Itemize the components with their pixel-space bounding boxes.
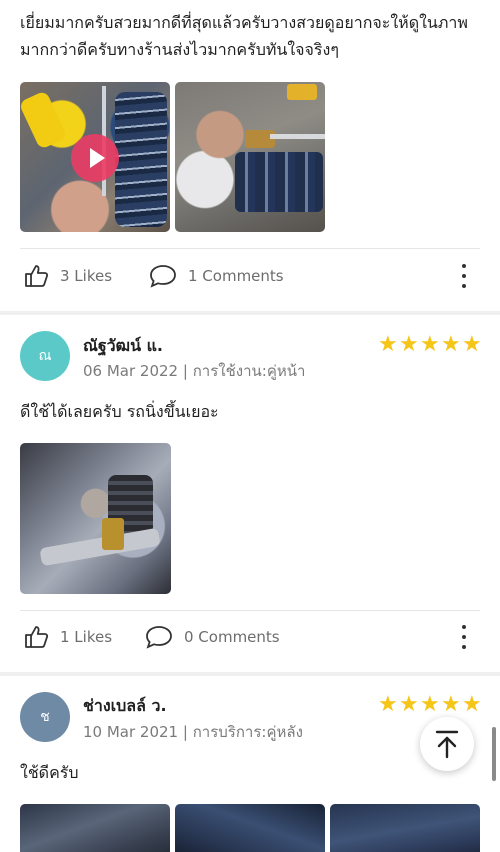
review-photo-thumbnail[interactable] [20,443,171,594]
reviewer-name: ณัฐวัฒน์ แ. [83,336,164,355]
star-icon: ★ [441,692,461,717]
photo-detail [270,134,325,139]
review-variant: การบริการ:คู่หลัง [192,723,303,741]
star-icon: ★ [378,692,398,717]
star-rating: ★ ★ ★ ★ ★ [378,332,483,357]
star-icon: ★ [420,692,440,717]
avatar: ณ [20,331,70,381]
thumbs-up-icon [25,626,49,648]
review-variant: การใช้งาน:คู่หน้า [192,362,306,380]
star-icon: ★ [378,332,398,357]
vertical-dots-icon[interactable] [461,264,467,288]
speech-bubble-icon [146,626,172,649]
review-video-thumbnail[interactable] [20,82,170,232]
like-button[interactable]: 1 Likes [24,624,112,650]
review-photo-thumbnail[interactable] [20,804,170,852]
photo-detail [287,84,317,100]
like-button[interactable]: 3 Likes [24,263,112,289]
arrow-up-to-top-icon [435,730,459,759]
section-separator [0,672,500,676]
comments-count: 1 Comments [188,267,284,285]
comment-button[interactable]: 0 Comments [144,624,280,650]
avatar-initial: ณ [38,348,52,364]
photo-detail [245,130,275,148]
review-date: 06 Mar 2022 [83,362,179,380]
divider [20,248,480,249]
photo-detail [102,518,124,550]
photo-detail [115,92,167,227]
divider [20,610,480,611]
scroll-to-top-button[interactable] [420,717,474,771]
star-icon: ★ [399,692,419,717]
vertical-dots-icon[interactable] [461,625,467,649]
star-icon: ★ [441,332,461,357]
section-separator [0,311,500,315]
play-icon[interactable] [71,134,119,182]
avatar: ช [20,692,70,742]
review-text: ใช้ดีครับ [20,763,79,782]
star-icon: ★ [462,692,482,717]
comments-count: 0 Comments [184,628,280,646]
likes-count: 1 Likes [60,628,113,646]
photo-detail [39,527,161,567]
speech-bubble-icon [150,265,176,288]
review-text: เยี่ยมมากครับสวยมากดีที่สุดแล้วครับวางสว… [20,13,468,59]
review-photo-thumbnail[interactable] [330,804,480,852]
review-date: 10 Mar 2021 [83,723,179,741]
star-icon: ★ [420,332,440,357]
star-icon: ★ [399,332,419,357]
likes-count: 3 Likes [60,267,113,285]
photo-detail [235,152,323,212]
review-meta: 10 Mar 2021 | การบริการ:คู่หลัง [83,723,303,741]
review-text: ดีใช้ได้เลยครับ รถนิ่งขึ้นเยอะ [20,402,219,421]
review-photo-thumbnail[interactable] [175,804,325,852]
scrollbar[interactable] [492,727,496,781]
reviewer-name: ช่างเบลล์ ว. [83,696,167,715]
review-photo-thumbnail[interactable] [175,82,325,232]
thumbs-up-icon [25,265,49,287]
star-rating: ★ ★ ★ ★ ★ [378,692,483,717]
star-icon: ★ [462,332,482,357]
avatar-initial: ช [40,709,50,725]
comment-button[interactable]: 1 Comments [148,263,284,289]
photo-detail [20,90,68,150]
review-meta: 06 Mar 2022 | การใช้งาน:คู่หน้า [83,362,306,380]
